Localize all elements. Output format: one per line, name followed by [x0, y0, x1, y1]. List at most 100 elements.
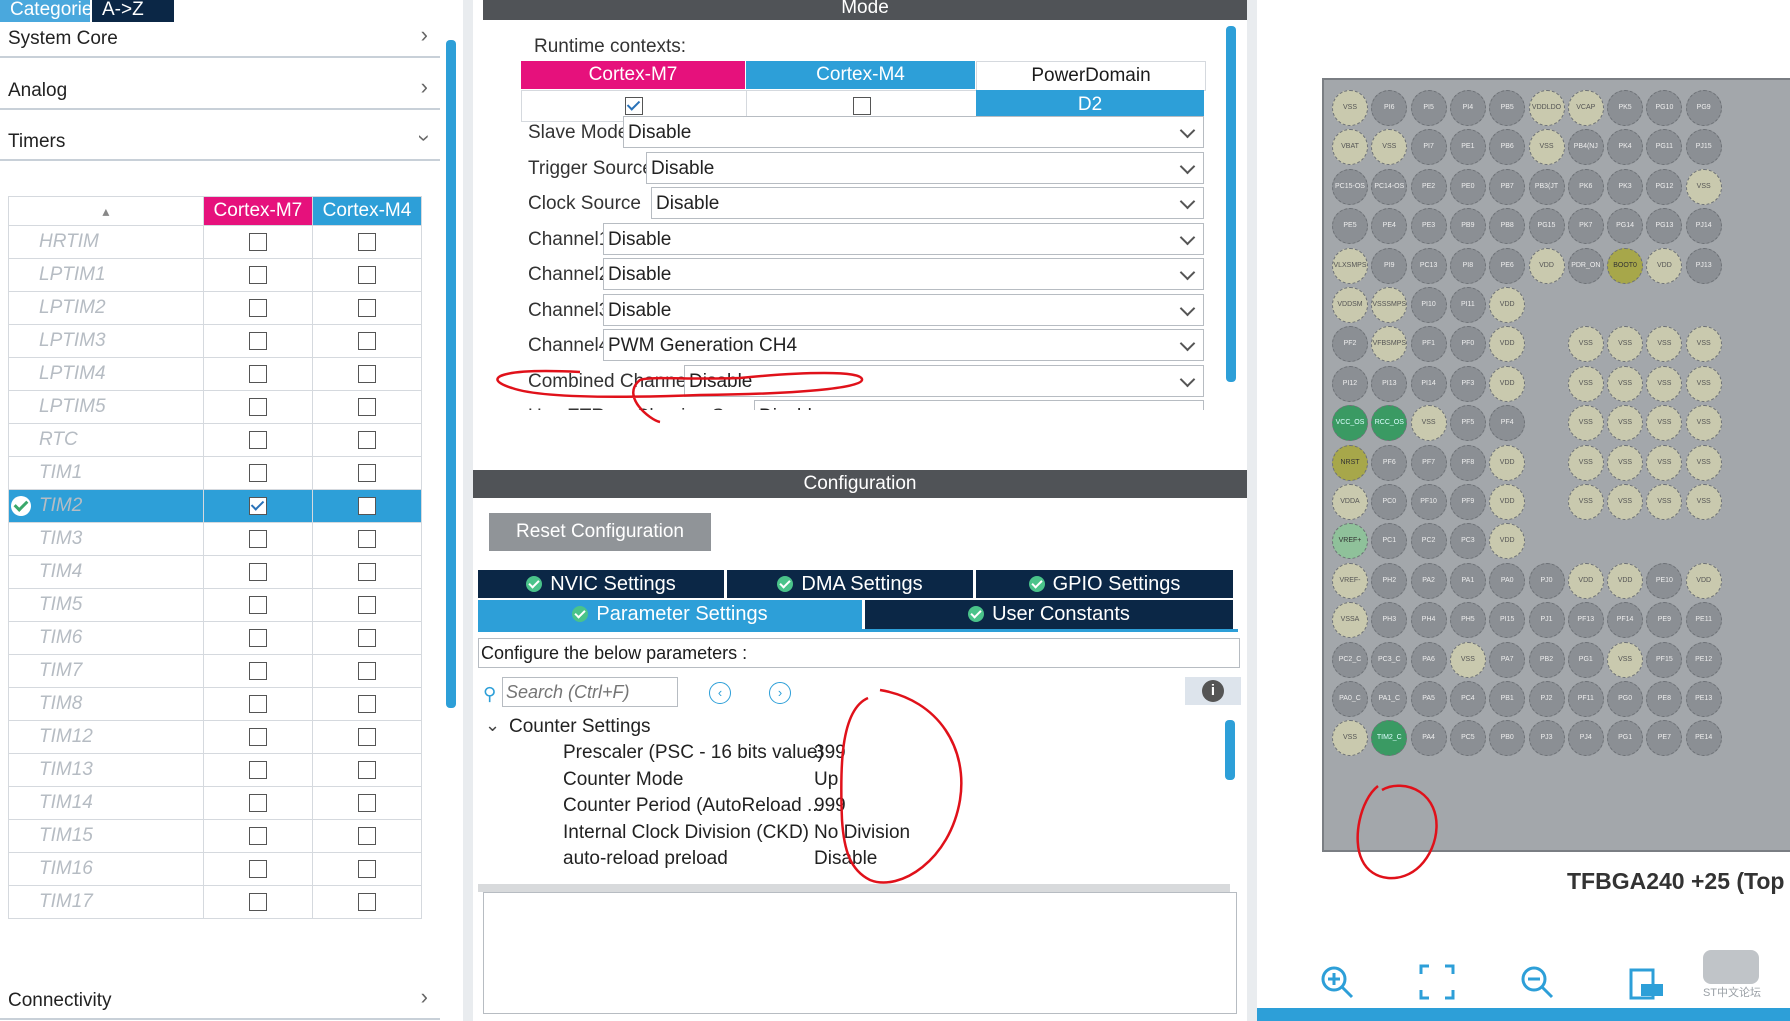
chip-pin[interactable]: PK5 [1607, 90, 1644, 126]
timer-row[interactable]: TIM3 [8, 522, 423, 556]
checkbox-m7[interactable] [248, 265, 267, 284]
chip-pin[interactable]: PI12 [1332, 365, 1368, 402]
timer-row[interactable]: TIM5 [8, 588, 423, 622]
chip-pin[interactable]: PE10 [1646, 562, 1683, 599]
timer-name[interactable]: TIM13 [8, 753, 204, 787]
chip-pin[interactable]: PF11 [1567, 681, 1604, 717]
chip-pin[interactable]: PI15 [1489, 602, 1526, 639]
checkbox-m4[interactable] [357, 595, 376, 614]
timer-row[interactable]: TIM12 [8, 720, 423, 754]
chip-pin[interactable]: PB4(NJ [1567, 129, 1604, 166]
param-name[interactable]: Prescaler (PSC - 16 bits value) [563, 742, 824, 764]
checkbox-m7[interactable] [248, 760, 267, 779]
chip-pin[interactable]: PJ2 [1528, 681, 1565, 717]
chip-pin[interactable]: VSS [1332, 90, 1368, 126]
timer-name[interactable]: TIM1 [8, 456, 204, 490]
param-value[interactable]: Up [814, 769, 838, 791]
checkbox-m7[interactable] [248, 628, 267, 647]
checkbox-m4[interactable] [357, 298, 376, 317]
checkbox-m4[interactable] [357, 760, 376, 779]
fit-screen-icon[interactable] [1417, 962, 1457, 1002]
chip-pin[interactable]: PA1 [1449, 562, 1486, 599]
chip-pin[interactable]: NRST [1332, 444, 1368, 481]
chip-pin[interactable]: PG14 [1607, 208, 1644, 245]
chip-pin[interactable]: PA7 [1489, 641, 1526, 678]
chip-pin[interactable]: PG10 [1646, 90, 1683, 126]
chip-pin[interactable]: VSS [1607, 484, 1644, 520]
checkbox-m4[interactable] [357, 364, 376, 383]
chip-pin[interactable]: PB7 [1489, 168, 1526, 205]
next-match-icon[interactable]: › [769, 682, 791, 704]
chip-pin[interactable]: VSSSMPS [1371, 287, 1408, 323]
checkbox-m7[interactable] [248, 331, 267, 350]
chip-pin[interactable]: PI13 [1371, 365, 1408, 402]
chip-pin[interactable]: PJ13 [1685, 247, 1722, 284]
chip-pin[interactable]: VLXSMPS [1332, 247, 1368, 284]
chip-pin[interactable]: PF8 [1449, 444, 1486, 481]
timer-row[interactable]: LPTIM2 [8, 291, 423, 325]
chip-pin[interactable]: PI4 [1449, 90, 1486, 126]
info-button[interactable]: i [1185, 677, 1241, 705]
params-scrollbar[interactable] [1225, 720, 1235, 780]
chip-pin[interactable]: PA0_C [1332, 681, 1368, 717]
timer-row[interactable]: TIM6 [8, 621, 423, 655]
chip-pin[interactable]: VDD [1489, 523, 1526, 560]
chip-pin[interactable]: PA0 [1489, 562, 1526, 599]
timer-row[interactable]: TIM8 [8, 687, 423, 721]
timer-row[interactable]: TIM4 [8, 555, 423, 589]
checkbox-m4[interactable] [357, 793, 376, 812]
timer-name[interactable]: HRTIM [8, 225, 204, 259]
chip-pin[interactable]: PC1 [1371, 523, 1408, 560]
timer-name[interactable]: TIM14 [8, 786, 204, 820]
checkbox-m7[interactable] [248, 397, 267, 416]
chevron-down-icon[interactable]: ⌄ [485, 715, 500, 736]
checkbox-m7[interactable] [248, 430, 267, 449]
chip-pin[interactable]: PH4 [1410, 602, 1447, 639]
chip-pin[interactable]: VSS [1685, 444, 1722, 481]
param-name[interactable]: auto-reload preload [563, 848, 728, 870]
checkbox-m4[interactable] [357, 859, 376, 878]
timer-row[interactable]: TIM17 [8, 885, 423, 919]
chip-pin[interactable]: VSS [1528, 129, 1565, 166]
checkbox-m4[interactable] [357, 562, 376, 581]
chip-pin[interactable]: PB5 [1489, 90, 1526, 126]
chip-pin[interactable]: VREF- [1332, 562, 1368, 599]
chip-pin[interactable]: VSS [1685, 365, 1722, 402]
checkbox-m7[interactable] [248, 661, 267, 680]
chip-pin[interactable]: PB9 [1449, 208, 1486, 245]
checkbox-m7[interactable] [248, 364, 267, 383]
chip-pin[interactable]: PE6 [1489, 247, 1526, 284]
chip-pin[interactable]: PC5 [1449, 720, 1486, 757]
chip-pin[interactable]: PC2_C [1332, 641, 1368, 678]
timer-name[interactable]: TIM15 [8, 819, 204, 853]
chip-pin[interactable]: PB1 [1489, 681, 1526, 717]
chip-pin[interactable]: PE3 [1410, 208, 1447, 245]
chip-pin[interactable]: PE11 [1685, 602, 1722, 639]
chip-pin[interactable]: VSS [1567, 405, 1604, 442]
chip-pin[interactable]: PB0 [1489, 720, 1526, 757]
timer-name[interactable]: LPTIM2 [8, 291, 204, 325]
group-counter-settings[interactable]: Counter Settings [509, 716, 651, 738]
param-name[interactable]: Counter Period (AutoReload ... [563, 795, 823, 817]
chip-pin[interactable]: PC13 [1410, 247, 1447, 284]
timer-row[interactable]: LPTIM3 [8, 324, 423, 358]
chip-pin[interactable]: VDD [1607, 562, 1644, 599]
chip-pin[interactable]: PF0 [1449, 326, 1486, 363]
checkbox-m4[interactable] [357, 826, 376, 845]
chip-pin[interactable]: PE12 [1685, 641, 1722, 678]
checkbox-m4[interactable] [357, 661, 376, 680]
timer-name[interactable]: TIM16 [8, 852, 204, 886]
chip-pin[interactable]: PA1_C [1371, 681, 1408, 717]
timer-row[interactable]: TIM1 [8, 456, 423, 490]
chip-pin[interactable]: PE13 [1685, 681, 1722, 717]
chip-pin[interactable]: VSS [1410, 405, 1447, 442]
chip-pin[interactable]: VDD [1489, 444, 1526, 481]
previous-match-icon[interactable]: ‹ [709, 682, 731, 704]
chip-pin[interactable]: VCC_OS [1332, 405, 1368, 442]
chip-pin[interactable]: PI9 [1371, 247, 1408, 284]
timer-name[interactable]: TIM3 [8, 522, 204, 556]
checkbox-m4[interactable] [357, 727, 376, 746]
chip-pin[interactable]: VDD [1685, 562, 1722, 599]
timer-name[interactable]: TIM5 [8, 588, 204, 622]
mode-field-select[interactable]: PWM Generation CH4 [603, 329, 1204, 361]
